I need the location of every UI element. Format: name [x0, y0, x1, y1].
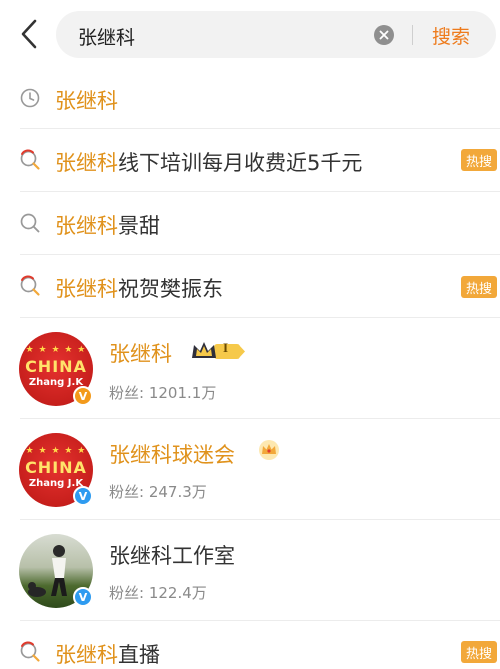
- stars-decoration: ★ ★ ★ ★ ★: [25, 446, 87, 456]
- hot-search-icon: [20, 641, 40, 662]
- suggestion-text: 张继科直播: [55, 639, 160, 669]
- crown-icon: [259, 440, 279, 460]
- suggestion-text: 张继科祝贺樊振东: [55, 273, 223, 303]
- stars-decoration: ★ ★ ★ ★ ★: [25, 345, 87, 355]
- hot-search-icon: [20, 275, 40, 296]
- search-input[interactable]: 张继科 搜索: [56, 11, 496, 58]
- user-item[interactable]: ★ ★ ★ ★ ★ CHINA Zhang J.K V 张继科球迷会 粉丝: 2…: [0, 419, 500, 519]
- suggestion-item[interactable]: 张继科线下培训每月收费近5千元 热搜: [0, 129, 500, 191]
- suggestion-item[interactable]: 张继科景甜: [0, 192, 500, 254]
- fans-label: 粉丝:: [109, 384, 145, 402]
- suggestion-highlight: 张继科: [55, 89, 118, 113]
- fans-label: 粉丝:: [109, 483, 145, 501]
- chevron-left-icon: [21, 19, 37, 49]
- fans-count: 粉丝: 1201.1万: [109, 382, 216, 403]
- user-name: 张继科工作室: [109, 544, 235, 568]
- search-header: 张继科 搜索: [0, 0, 500, 70]
- crown-icon: [192, 342, 245, 359]
- suggestion-highlight: 张继科: [55, 214, 118, 238]
- verified-badge-icon: V: [73, 587, 93, 607]
- user-name: 张继科: [109, 342, 172, 366]
- hot-search-icon: [20, 149, 40, 170]
- suggestion-rest: 景甜: [118, 214, 160, 238]
- suggestion-highlight: 张继科: [55, 151, 118, 175]
- clear-icon[interactable]: [374, 25, 394, 45]
- fans-label: 粉丝:: [109, 584, 145, 602]
- clock-icon: [20, 88, 40, 108]
- fans-count: 粉丝: 247.3万: [109, 481, 207, 502]
- suggestion-rest: 祝贺樊振东: [118, 277, 223, 301]
- user-name: 张继科球迷会: [109, 443, 235, 467]
- suggestion-highlight: 张继科: [55, 643, 118, 667]
- suggestion-text: 张继科景甜: [55, 210, 160, 240]
- fans-value: 122.4万: [148, 584, 207, 602]
- user-item[interactable]: V 张继科工作室 粉丝: 122.4万: [0, 520, 500, 620]
- history-item[interactable]: 张继科: [0, 70, 500, 128]
- divider: [412, 25, 413, 45]
- avatar-text: CHINA: [25, 357, 87, 376]
- suggestion-item[interactable]: 张继科直播 热搜: [0, 621, 500, 669]
- verified-badge-icon: V: [73, 386, 93, 406]
- avatar-text: CHINA: [25, 458, 87, 477]
- suggestion-text: 张继科线下培训每月收费近5千元: [55, 147, 362, 177]
- verified-badge-icon: V: [73, 486, 93, 506]
- fans-value: 247.3万: [148, 483, 207, 501]
- fans-value: 1201.1万: [148, 384, 217, 402]
- hot-badge: 热搜: [461, 276, 497, 298]
- search-icon: [20, 213, 40, 233]
- suggestion-rest: 直播: [118, 643, 160, 667]
- search-button[interactable]: 搜索: [432, 22, 470, 49]
- hot-badge: 热搜: [461, 641, 497, 663]
- hot-badge: 热搜: [461, 149, 497, 171]
- suggestion-item[interactable]: 张继科祝贺樊振东 热搜: [0, 255, 500, 317]
- back-button[interactable]: [14, 16, 44, 52]
- user-item[interactable]: ★ ★ ★ ★ ★ CHINA Zhang J.K V 张继科 I 粉丝: 12…: [0, 318, 500, 418]
- suggestion-highlight: 张继科: [55, 277, 118, 301]
- fans-count: 粉丝: 122.4万: [109, 582, 207, 603]
- level-label: I: [223, 340, 229, 355]
- search-query-text[interactable]: 张继科: [78, 23, 135, 50]
- suggestion-rest: 线下培训每月收费近5千元: [118, 151, 363, 175]
